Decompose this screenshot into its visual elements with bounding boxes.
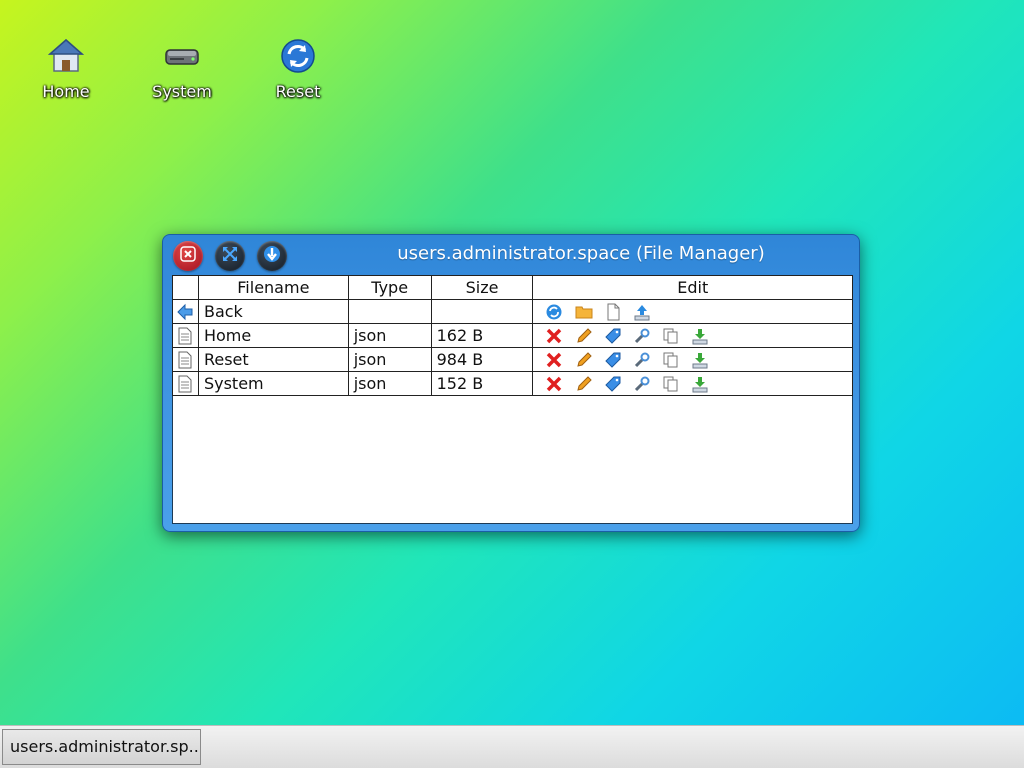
file-type: json xyxy=(347,371,432,396)
tag-icon[interactable] xyxy=(604,351,622,369)
file-actions xyxy=(532,323,853,348)
minimize-button[interactable] xyxy=(257,241,287,271)
delete-icon[interactable] xyxy=(545,351,563,369)
table-header-row: Filename Type Size Edit xyxy=(172,275,853,300)
refresh-icon[interactable] xyxy=(545,303,563,321)
file-size: 152 B xyxy=(430,371,534,396)
table-cell xyxy=(347,299,432,324)
file-icon-cell xyxy=(172,347,199,372)
document-icon xyxy=(176,375,194,393)
settings-icon[interactable] xyxy=(633,327,651,345)
window-title: users.administrator.space (File Manager) xyxy=(397,243,765,264)
filename-column-header[interactable]: Filename xyxy=(197,275,349,300)
table-row[interactable]: Reset json 984 B xyxy=(172,347,853,372)
file-name[interactable]: Reset xyxy=(197,347,349,372)
delete-icon[interactable] xyxy=(545,327,563,345)
taskbar: users.administrator.sp... xyxy=(0,725,1024,768)
download-icon[interactable] xyxy=(691,327,709,345)
rename-icon[interactable] xyxy=(575,327,593,345)
close-button[interactable] xyxy=(173,241,203,271)
close-icon xyxy=(180,246,196,266)
rename-icon[interactable] xyxy=(575,351,593,369)
download-icon[interactable] xyxy=(691,351,709,369)
upload-icon[interactable] xyxy=(633,303,651,321)
file-manager-window[interactable]: users.administrator.space (File Manager)… xyxy=(162,234,860,532)
file-icon-cell xyxy=(172,371,199,396)
refresh-icon xyxy=(278,36,318,76)
back-label[interactable]: Back xyxy=(197,299,349,324)
file-size: 162 B xyxy=(430,323,534,348)
file-name[interactable]: System xyxy=(197,371,349,396)
file-actions xyxy=(532,347,853,372)
table-cell xyxy=(430,299,534,324)
copy-icon[interactable] xyxy=(662,375,680,393)
download-icon[interactable] xyxy=(691,375,709,393)
maximize-button[interactable] xyxy=(215,241,245,271)
maximize-icon xyxy=(221,245,239,267)
settings-icon[interactable] xyxy=(633,351,651,369)
settings-icon[interactable] xyxy=(633,375,651,393)
file-name[interactable]: Home xyxy=(197,323,349,348)
desktop-icon-label: Reset xyxy=(275,82,321,101)
file-list-panel: Filename Type Size Edit Back Home json 1… xyxy=(172,275,853,524)
folder-actions xyxy=(532,299,853,324)
delete-icon[interactable] xyxy=(545,375,563,393)
desktop-icon-home[interactable]: Home xyxy=(21,36,111,101)
document-icon xyxy=(176,351,194,369)
file-icon-cell xyxy=(172,323,199,348)
file-actions xyxy=(532,371,853,396)
document-icon xyxy=(176,327,194,345)
tag-icon[interactable] xyxy=(604,327,622,345)
back-row[interactable]: Back xyxy=(172,299,853,324)
minimize-icon xyxy=(263,245,281,267)
new-file-icon[interactable] xyxy=(604,303,622,321)
desktop-icon-label: Home xyxy=(42,82,90,101)
taskbar-window-button[interactable]: users.administrator.sp... xyxy=(2,729,201,765)
back-arrow-icon[interactable] xyxy=(176,303,194,321)
desktop-icon-reset[interactable]: Reset xyxy=(253,36,343,101)
size-column-header[interactable]: Size xyxy=(430,275,534,300)
table-row[interactable]: Home json 162 B xyxy=(172,323,853,348)
copy-icon[interactable] xyxy=(662,351,680,369)
window-titlebar[interactable]: users.administrator.space (File Manager) xyxy=(163,235,859,275)
tag-icon[interactable] xyxy=(604,375,622,393)
file-type: json xyxy=(347,347,432,372)
file-table: Filename Type Size Edit Back Home json 1… xyxy=(172,275,853,396)
file-size: 984 B xyxy=(430,347,534,372)
home-icon xyxy=(46,36,86,76)
back-icon-cell[interactable] xyxy=(172,299,199,324)
table-row[interactable]: System json 152 B xyxy=(172,371,853,396)
type-column-header[interactable]: Type xyxy=(347,275,432,300)
drive-icon xyxy=(162,36,202,76)
desktop-icon-system[interactable]: System xyxy=(137,36,227,101)
icon-column-header xyxy=(172,275,199,300)
edit-column-header: Edit xyxy=(532,275,853,300)
desktop-icon-label: System xyxy=(152,82,212,101)
file-type: json xyxy=(347,323,432,348)
new-folder-icon[interactable] xyxy=(575,303,593,321)
copy-icon[interactable] xyxy=(662,327,680,345)
rename-icon[interactable] xyxy=(575,375,593,393)
